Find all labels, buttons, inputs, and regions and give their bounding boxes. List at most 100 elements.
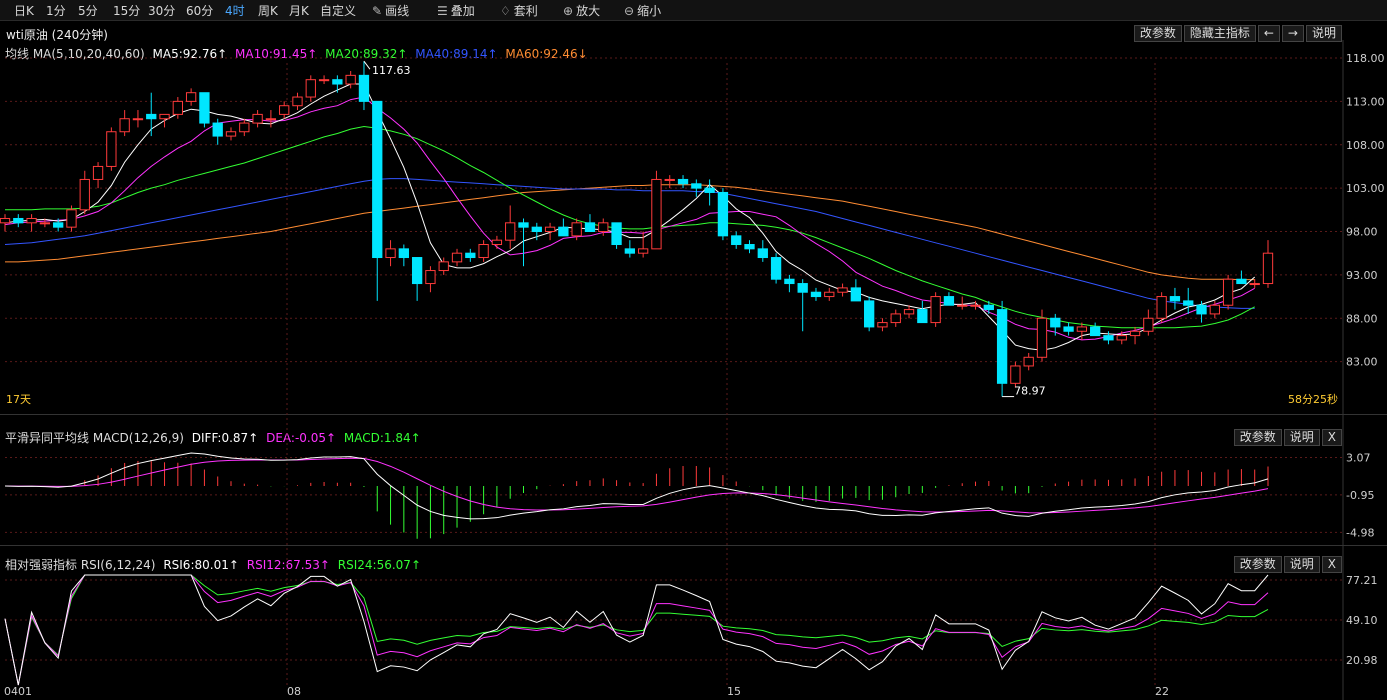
y-tick-label: 88.00 bbox=[1346, 312, 1378, 325]
candle-body bbox=[1143, 317, 1154, 332]
candle-body bbox=[704, 187, 715, 193]
candle-body bbox=[1262, 252, 1274, 285]
candle-body bbox=[571, 222, 582, 237]
candle-body bbox=[252, 113, 263, 124]
candle-body bbox=[824, 291, 835, 298]
candle-body bbox=[1196, 304, 1207, 315]
candle-body bbox=[1183, 300, 1194, 306]
candle-body bbox=[837, 287, 848, 293]
candle-body bbox=[159, 113, 170, 120]
y-tick-label: 98.00 bbox=[1346, 226, 1378, 239]
candle-body bbox=[172, 100, 183, 115]
candle-body bbox=[598, 222, 609, 232]
date-label: 22 bbox=[1155, 685, 1169, 698]
high-marker bbox=[363, 60, 371, 70]
y-tick-label: 118.00 bbox=[1346, 52, 1385, 65]
candle-body bbox=[292, 96, 303, 107]
candle-body bbox=[996, 309, 1008, 384]
candle-body bbox=[358, 74, 370, 102]
diff-line bbox=[4, 452, 1269, 520]
candle-body bbox=[411, 257, 423, 285]
candle-body bbox=[797, 283, 808, 293]
candle-body bbox=[92, 165, 104, 180]
candle-body bbox=[1222, 278, 1234, 306]
candle-body bbox=[890, 313, 901, 324]
ma20-line bbox=[5, 125, 1255, 329]
candle-body bbox=[132, 118, 144, 121]
ma5-line bbox=[4, 83, 1256, 351]
candle-body bbox=[731, 235, 742, 246]
candle-body bbox=[717, 191, 729, 237]
candle-body bbox=[199, 92, 210, 124]
date-label: 08 bbox=[287, 685, 301, 698]
candle-body bbox=[850, 287, 862, 302]
candle-body bbox=[531, 226, 542, 233]
candle-body bbox=[611, 222, 622, 246]
candle-body bbox=[637, 248, 649, 254]
y-tick-label: 113.00 bbox=[1346, 95, 1385, 108]
candle-body bbox=[983, 304, 994, 311]
candle-body bbox=[318, 79, 330, 82]
high-price-label: 117.63 bbox=[372, 64, 411, 77]
candle-body bbox=[79, 178, 90, 211]
candle-body bbox=[0, 217, 11, 224]
candle-body bbox=[744, 244, 755, 250]
candle-body bbox=[903, 309, 915, 315]
rsi-tick-label: 49.10 bbox=[1346, 614, 1378, 627]
candle-body bbox=[1156, 296, 1167, 319]
candle-body bbox=[279, 105, 290, 115]
candle-body bbox=[544, 226, 556, 233]
candle-body bbox=[212, 122, 223, 137]
candle-body bbox=[438, 261, 449, 272]
low-price-label: 78.97 bbox=[1014, 385, 1045, 398]
candle-body bbox=[810, 291, 822, 298]
candle-body bbox=[584, 222, 596, 232]
candle-body bbox=[372, 100, 383, 259]
candle-body bbox=[677, 178, 689, 185]
candle-body bbox=[558, 226, 569, 237]
candle-body bbox=[1249, 283, 1260, 286]
candle-body bbox=[13, 217, 24, 224]
candle-body bbox=[930, 296, 941, 324]
candle-body bbox=[398, 248, 409, 259]
rsi24-line bbox=[4, 574, 1269, 686]
candle-body bbox=[943, 296, 955, 306]
candle-body bbox=[757, 248, 768, 259]
candle-body bbox=[491, 239, 503, 246]
macd-tick-label: 3.07 bbox=[1346, 451, 1371, 464]
rsi-tick-label: 77.21 bbox=[1346, 574, 1378, 587]
candle-body bbox=[651, 178, 662, 250]
candle-body bbox=[26, 217, 37, 224]
candle-body bbox=[66, 209, 77, 228]
y-tick-label: 108.00 bbox=[1346, 139, 1385, 152]
candle-body bbox=[239, 122, 250, 133]
candle-body bbox=[1236, 278, 1247, 285]
candle-body bbox=[1090, 326, 1101, 337]
candle-body bbox=[770, 257, 782, 280]
candle-body bbox=[265, 118, 277, 121]
candle-body bbox=[505, 222, 516, 241]
date-label: 15 bbox=[727, 685, 741, 698]
candle-body bbox=[784, 278, 795, 285]
candle-body bbox=[624, 248, 636, 254]
macd-tick-label: -0.95 bbox=[1346, 489, 1374, 502]
candle-body bbox=[53, 222, 64, 228]
y-tick-label: 83.00 bbox=[1346, 356, 1378, 369]
macd-tick-label: -4.98 bbox=[1346, 526, 1374, 539]
candle-body bbox=[1129, 330, 1141, 337]
candle-body bbox=[106, 131, 117, 167]
ma10-line bbox=[4, 96, 1255, 341]
rsi-tick-label: 20.98 bbox=[1346, 654, 1378, 667]
candle-body bbox=[1036, 317, 1048, 358]
candle-body bbox=[345, 74, 356, 85]
y-tick-label: 93.00 bbox=[1346, 269, 1378, 282]
candle-body bbox=[1116, 335, 1127, 341]
candle-body bbox=[478, 244, 489, 259]
date-label: 0401 bbox=[4, 685, 32, 698]
candle-body bbox=[970, 304, 981, 307]
price-chart[interactable]: 118.00 113.00 108.00 103.00 98.00 93.00 88.00 8… bbox=[0, 0, 1387, 700]
candle-body bbox=[305, 79, 316, 98]
candle-body bbox=[1023, 356, 1034, 367]
candle-body bbox=[465, 252, 476, 259]
candle-body bbox=[225, 131, 237, 137]
